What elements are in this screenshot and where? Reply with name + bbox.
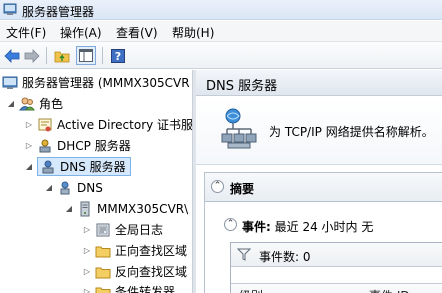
summary-section-header[interactable]: ⌃ 摘要 [204,172,442,202]
toolbar-separator [102,47,103,64]
details-header: DNS 服务器 [196,70,442,96]
toolbar: ? [0,42,442,69]
tree-label: DHCP 服务器 [57,139,131,153]
dns-network-icon [221,107,261,154]
folder-icon [95,243,111,259]
server-manager-icon [2,75,18,91]
tree-item-adcs[interactable]: ▷ Active Directory 证书服 [24,115,192,134]
tree-label: Active Directory 证书服 [57,118,192,132]
tree-label: 正向查找区域 [115,244,188,258]
forward-arrow-icon[interactable] [22,46,42,65]
svg-text:?: ? [115,50,121,63]
menu-help[interactable]: 帮助(H) [172,24,214,41]
column-level[interactable]: 级别 [239,287,263,293]
details-title: DNS 服务器 [206,79,278,94]
menu-bar: 文件(F) 操作(A) 查看(V) 帮助(H) [0,21,442,42]
tree-item-global-log[interactable]: ▷ 全局日志 [82,220,163,239]
filter-funnel-icon[interactable] [236,248,252,264]
navigation-tree: 服务器管理器 (MMMX305CVR ◢ 角色 ▷ Active Directo… [0,70,192,293]
collapse-arrow-icon[interactable]: ◢ [24,162,34,171]
tree-item-conditional-forwarders[interactable]: ▷ 条件转发器 [82,282,175,293]
tree-label: DNS 服务器 [60,160,126,174]
tree-label: 全局日志 [115,223,164,237]
tree-label: DNS [77,180,103,195]
expand-arrow-icon[interactable]: ▷ [82,246,92,255]
tree-item-dns-server[interactable]: ◢ DNS 服务器 [24,157,131,176]
events-panel: 事件数: 0 级别 事件 ID [230,242,442,293]
tree-label: 反向查找区域 [115,265,188,279]
collapse-arrow-icon[interactable]: ◢ [64,204,74,213]
menu-action[interactable]: 操作(A) [60,24,102,41]
tree-item-roles[interactable]: ◢ 角色 [6,94,63,113]
expand-arrow-icon[interactable]: ▷ [24,141,34,150]
expand-arrow-icon[interactable]: ▷ [24,120,34,129]
details-pane: DNS 服务器 为 TCP/IP 网络提供名称解析。 ⌃ 摘要 ⌃ 事件: 最近… [196,70,442,293]
tree-item-dns[interactable]: ◢ DNS [44,178,103,197]
tree-label: 服务器管理器 (MMMX305CVR [22,76,190,90]
collapse-up-icon[interactable]: ⌃ [224,218,237,231]
tree-item-dhcp[interactable]: ▷ DHCP 服务器 [24,136,131,155]
collapse-arrow-icon[interactable]: ◢ [44,183,54,192]
tree-item-forward-zone[interactable]: ▷ 正向查找区域 [82,241,187,260]
events-summary: 事件: 最近 24 小时内 无 [242,218,373,235]
server-tower-icon [77,201,93,217]
menu-view[interactable]: 查看(V) [116,24,158,41]
server-manager-icon [3,3,17,16]
expand-arrow-icon[interactable]: ▷ [82,225,92,234]
title-bar: 服务器管理器 [0,0,442,20]
filter-bar: 事件数: 0 [231,243,442,267]
tree-item-host[interactable]: ◢ MMMX305CVR\ [64,199,188,218]
dns-icon [57,180,73,196]
menu-file[interactable]: 文件(F) [6,24,46,41]
window-title: 服务器管理器 [22,5,95,19]
events-value: 最近 24 小时内 无 [274,220,374,234]
summary-title: 摘要 [230,182,255,196]
event-count: 事件数: 0 [259,250,311,264]
toolbar-separator [46,47,47,64]
tree-item-reverse-zone[interactable]: ▷ 反向查找区域 [82,262,187,281]
role-description-banner: 为 TCP/IP 网络提供名称解析。 [196,97,442,165]
help-icon[interactable]: ? [108,46,128,65]
role-description: 为 TCP/IP 网络提供名称解析。 [269,125,434,139]
collapse-up-icon[interactable]: ⌃ [211,180,224,193]
tree-label: 条件转发器 [115,285,176,293]
selected-highlight: DNS 服务器 [37,157,131,176]
up-folder-icon[interactable] [52,46,72,65]
folder-icon [95,284,111,293]
dhcp-server-icon [37,138,53,154]
show-hide-tree-icon[interactable] [76,46,96,65]
back-arrow-icon[interactable] [2,46,22,65]
expand-arrow-icon[interactable]: ▷ [82,287,92,293]
events-label: 事件: [242,220,271,234]
collapse-arrow-icon[interactable]: ◢ [6,99,16,108]
certificate-icon [37,117,53,133]
tree-item-server-manager[interactable]: 服务器管理器 (MMMX305CVR [2,73,190,92]
tree-label: 角色 [39,97,64,111]
folder-icon [95,264,111,280]
event-log-icon [95,222,111,238]
tree-label: MMMX305CVR\ [97,201,189,216]
dns-server-icon [40,159,56,175]
roles-icon [19,96,35,112]
expand-arrow-icon[interactable]: ▷ [82,267,92,276]
column-event-id[interactable]: 事件 ID [369,287,410,293]
